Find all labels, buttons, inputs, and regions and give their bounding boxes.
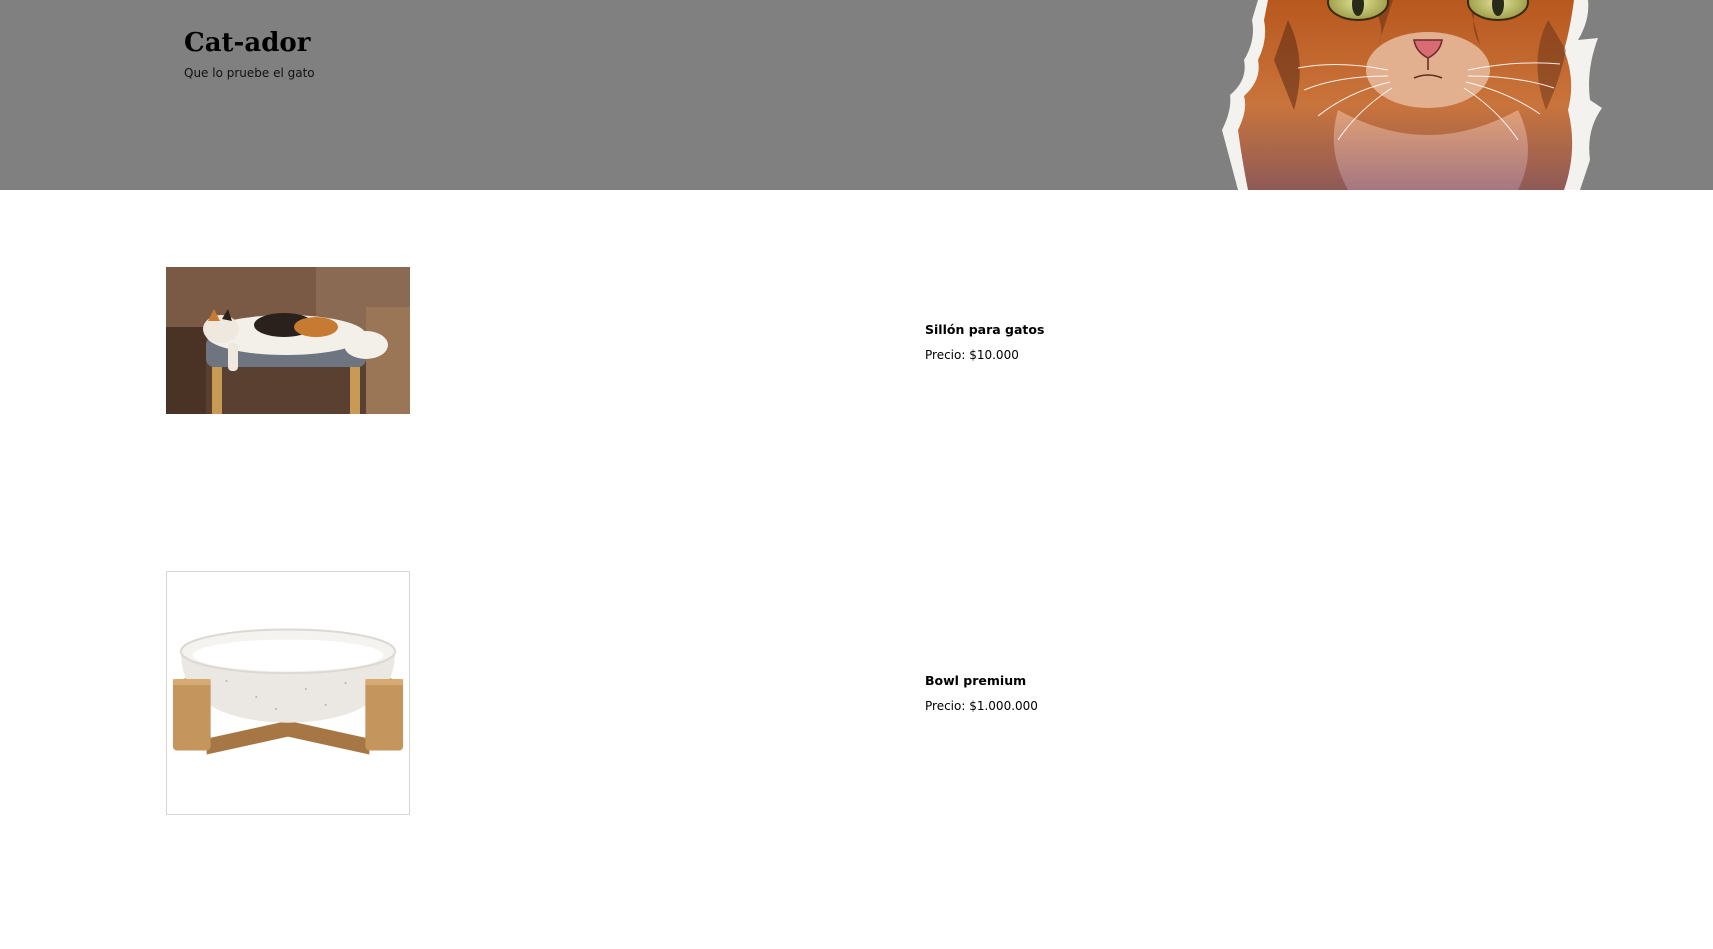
product-item: Sillón para gatos Precio: $10.000: [0, 267, 1713, 415]
brand: Cat-ador Que lo pruebe el gato: [184, 26, 315, 80]
site-tagline: Que lo pruebe el gato: [184, 66, 315, 80]
page: Cat-ador Que lo pruebe el gato Sillón pa…: [0, 0, 1713, 949]
cat-on-chair-photo-icon[interactable]: [166, 267, 410, 414]
product-name[interactable]: Sillón para gatos: [925, 322, 1044, 338]
product-info: Sillón para gatos Precio: $10.000: [925, 322, 1044, 363]
product-name[interactable]: Bowl premium: [925, 673, 1038, 689]
site-title[interactable]: Cat-ador: [184, 26, 315, 60]
product-item: Bowl premium Precio: $1.000.000: [0, 571, 1713, 816]
site-header: Cat-ador Que lo pruebe el gato: [0, 0, 1713, 190]
product-price: Precio: $1.000.000: [925, 699, 1038, 713]
cat-mascot-icon: [1222, 0, 1602, 190]
product-info: Bowl premium Precio: $1.000.000: [925, 673, 1038, 714]
product-price: Precio: $10.000: [925, 348, 1019, 362]
bowl-photo-icon[interactable]: [166, 571, 410, 815]
